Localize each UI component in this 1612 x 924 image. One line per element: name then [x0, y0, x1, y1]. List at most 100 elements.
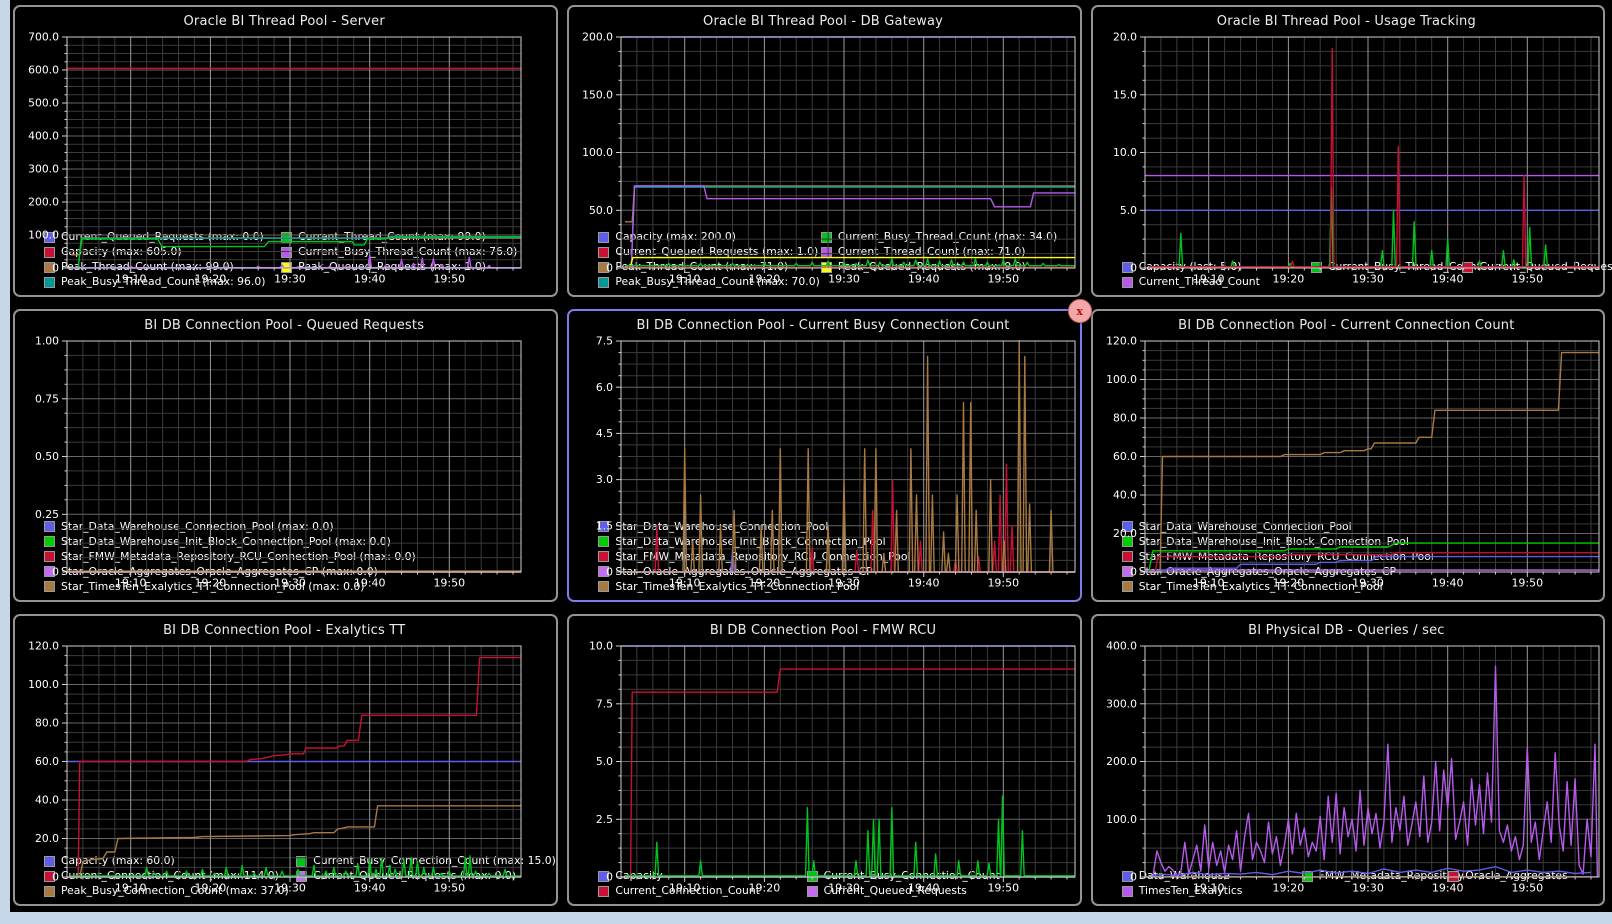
svg-text:0: 0 [607, 566, 614, 579]
svg-text:19:50: 19:50 [988, 273, 1020, 286]
svg-text:19:30: 19:30 [829, 273, 861, 286]
svg-text:400.0: 400.0 [28, 130, 59, 143]
svg-text:20.0: 20.0 [35, 832, 59, 845]
chart-panel-physical-db-queries[interactable]: BI Physical DB - Queries / sec 0100.0200… [1091, 614, 1605, 906]
svg-text:60.0: 60.0 [1113, 450, 1137, 463]
chart-title: BI DB Connection Pool - Current Connecti… [1098, 314, 1595, 336]
svg-text:19:20: 19:20 [195, 881, 227, 894]
svg-text:19:10: 19:10 [669, 577, 701, 590]
svg-text:19:40: 19:40 [354, 577, 386, 590]
svg-text:19:30: 19:30 [1352, 577, 1384, 590]
svg-text:19:50: 19:50 [1511, 577, 1543, 590]
svg-text:0.50: 0.50 [35, 450, 59, 463]
svg-text:19:50: 19:50 [433, 577, 465, 590]
chart-canvas: 05.010.015.020.019:1019:2019:3019:4019:5… [1098, 32, 1606, 286]
svg-text:4.5: 4.5 [596, 427, 613, 440]
svg-text:19:40: 19:40 [908, 881, 940, 894]
svg-text:10.0: 10.0 [589, 641, 613, 653]
chart-canvas: 01.53.04.56.07.519:1019:2019:3019:4019:5… [574, 336, 1082, 590]
chart-panel-connpool-exalytics-tt[interactable]: BI DB Connection Pool - Exalytics TT 0 20… [13, 614, 558, 906]
close-icon[interactable]: x [1068, 299, 1092, 323]
svg-text:19:10: 19:10 [1193, 577, 1225, 590]
svg-text:60.0: 60.0 [35, 755, 59, 768]
svg-text:1.00: 1.00 [35, 336, 59, 348]
svg-text:19:10: 19:10 [669, 881, 701, 894]
svg-text:50.0: 50.0 [589, 204, 613, 217]
chart-title: BI DB Connection Pool - Exalytics TT [20, 619, 548, 641]
chart-canvas: 0100.0200.0300.0400.0500.0600.0700.019:1… [20, 32, 528, 286]
chart-title: BI DB Connection Pool - FMW RCU [574, 619, 1071, 641]
svg-text:19:10: 19:10 [1193, 881, 1225, 894]
svg-text:40.0: 40.0 [35, 793, 59, 806]
svg-text:19:30: 19:30 [1352, 273, 1384, 286]
svg-text:19:30: 19:30 [829, 577, 861, 590]
svg-text:3.0: 3.0 [596, 474, 613, 487]
svg-text:5.0: 5.0 [1120, 204, 1137, 217]
svg-text:19:50: 19:50 [988, 881, 1020, 894]
svg-text:19:40: 19:40 [354, 273, 386, 286]
chart-panel-connpool-current-busy[interactable]: x BI DB Connection Pool - Current Busy C… [567, 309, 1081, 601]
svg-text:0: 0 [1130, 566, 1137, 579]
chart-panel-threadpool-server[interactable]: Oracle BI Thread Pool - Server 0100.0200… [13, 5, 558, 297]
chart-title: Oracle BI Thread Pool - DB Gateway [574, 10, 1071, 32]
chart-panel-connpool-queued-requests[interactable]: BI DB Connection Pool - Queued Requests … [13, 309, 558, 601]
svg-text:19:10: 19:10 [1193, 273, 1225, 286]
chart-plot-area: 00.250.500.751.0019:1019:2019:3019:4019:… [20, 336, 548, 516]
svg-text:80.0: 80.0 [35, 716, 59, 729]
svg-text:19:20: 19:20 [1272, 273, 1304, 286]
svg-text:19:40: 19:40 [354, 881, 386, 894]
chart-panel-threadpool-usage-tracking[interactable]: Oracle BI Thread Pool - Usage Tracking 0… [1091, 5, 1605, 297]
svg-text:6.0: 6.0 [596, 381, 613, 394]
chart-panel-connpool-current-connection[interactable]: BI DB Connection Pool - Current Connecti… [1091, 309, 1605, 601]
svg-text:0.75: 0.75 [35, 393, 59, 406]
svg-text:200.0: 200.0 [582, 32, 613, 44]
svg-text:19:10: 19:10 [669, 273, 701, 286]
svg-text:19:10: 19:10 [115, 273, 147, 286]
svg-text:20.0: 20.0 [1113, 32, 1137, 44]
svg-text:7.5: 7.5 [596, 697, 613, 710]
svg-text:19:20: 19:20 [749, 273, 781, 286]
svg-text:120.0: 120.0 [1106, 336, 1137, 348]
svg-text:19:30: 19:30 [1352, 881, 1384, 894]
svg-text:0: 0 [1130, 262, 1137, 275]
svg-text:19:50: 19:50 [433, 273, 465, 286]
svg-text:300.0: 300.0 [1106, 697, 1137, 710]
svg-text:19:20: 19:20 [749, 881, 781, 894]
chart-plot-area: 020.040.060.080.0100.0120.019:1019:2019:… [1098, 336, 1595, 516]
svg-text:15.0: 15.0 [1113, 88, 1137, 101]
svg-text:19:40: 19:40 [1432, 273, 1464, 286]
svg-text:400.0: 400.0 [1106, 641, 1137, 653]
chart-canvas: 020.040.060.080.0100.0120.019:1019:2019:… [1098, 336, 1606, 590]
chart-plot-area: 0100.0200.0300.0400.0500.0600.0700.019:1… [20, 32, 548, 227]
chart-plot-area: 01.53.04.56.07.519:1019:2019:3019:4019:5… [574, 336, 1071, 516]
svg-text:0: 0 [52, 566, 59, 579]
chart-canvas: 0100.0200.0300.0400.019:1019:2019:3019:4… [1098, 641, 1606, 895]
svg-text:120.0: 120.0 [28, 641, 59, 653]
svg-text:19:50: 19:50 [433, 881, 465, 894]
chart-plot-area: 050.0100.0150.0200.019:1019:2019:3019:40… [574, 32, 1071, 227]
svg-text:19:40: 19:40 [1432, 881, 1464, 894]
svg-text:0: 0 [607, 262, 614, 275]
chart-title: BI Physical DB - Queries / sec [1098, 619, 1595, 641]
chart-canvas: 02.55.07.510.019:1019:2019:3019:4019:50 [574, 641, 1082, 895]
svg-text:100.0: 100.0 [582, 146, 613, 159]
svg-text:2.5: 2.5 [596, 813, 613, 826]
svg-text:600.0: 600.0 [28, 64, 59, 77]
chart-canvas: 050.0100.0150.0200.019:1019:2019:3019:40… [574, 32, 1082, 286]
svg-text:40.0: 40.0 [1113, 489, 1137, 502]
chart-panel-connpool-fmw-rcu[interactable]: BI DB Connection Pool - FMW RCU 02.55.07… [567, 614, 1081, 906]
chart-panel-threadpool-db-gateway[interactable]: Oracle BI Thread Pool - DB Gateway 0 50.0… [567, 5, 1081, 297]
svg-text:19:20: 19:20 [1272, 881, 1304, 894]
svg-text:19:30: 19:30 [274, 881, 306, 894]
svg-text:19:10: 19:10 [115, 577, 147, 590]
svg-text:19:20: 19:20 [1272, 577, 1304, 590]
svg-text:7.5: 7.5 [596, 336, 613, 348]
svg-text:0: 0 [52, 262, 59, 275]
svg-text:150.0: 150.0 [582, 88, 613, 101]
chart-canvas: 020.040.060.080.0100.0120.019:1019:2019:… [20, 641, 528, 895]
svg-text:300.0: 300.0 [28, 163, 59, 176]
svg-text:19:10: 19:10 [115, 881, 147, 894]
svg-text:0: 0 [52, 870, 59, 883]
svg-text:500.0: 500.0 [28, 97, 59, 110]
svg-text:1.5: 1.5 [596, 520, 613, 533]
